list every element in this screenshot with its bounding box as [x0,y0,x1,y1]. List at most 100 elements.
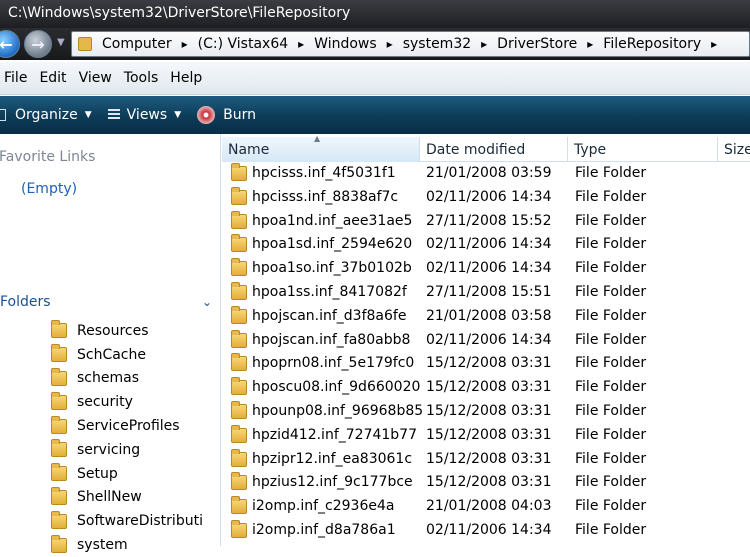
breadcrumb-item[interactable]: Computer [102,36,172,52]
file-row[interactable]: hpoa1nd.inf_aee31ae5 27/11/2008 15:52 File… [222,210,750,234]
file-row[interactable]: i2omp.inf_d8a786a1 02/11/2006 14:34 File F… [222,519,750,543]
favorite-links-title: Favorite Links [0,149,96,165]
file-name: hpzius12.inf_9c177bce [252,474,413,491]
file-row[interactable]: hpcisss.inf_8838af7c 02/11/2006 14:34 File… [222,186,750,210]
file-row[interactable]: hpcisss.inf_4f5031f1 21/01/2008 03:59 File… [222,162,750,186]
chevron-right-icon[interactable]: ▸ [387,37,393,51]
breadcrumb: Computer ▸ (C:) Vistax64 ▸ Windows ▸ system32 ▸… [102,36,727,52]
column-header-size[interactable]: Size [718,137,750,162]
file-type: File Folder [575,165,647,181]
folder-tree-label: SoftwareDistributi [77,513,203,530]
menu-item-view[interactable]: View [75,70,120,86]
column-header-date-modified[interactable]: Date modified [420,137,568,162]
file-date-modified: 15/12/2008 03:31 [426,474,552,491]
breadcrumb-item[interactable]: (C:) Vistax64 [198,36,289,52]
folder-tree-label: system [77,537,128,554]
folder-tree-item[interactable]: ShellNew [51,486,221,510]
folder-tree-item[interactable]: SoftwareDistributi [51,509,221,533]
file-name: hpoprn08.inf_5e179fc0 [252,355,415,372]
folder-tree-label: ServiceProfiles [77,418,180,435]
folder-icon [51,534,67,553]
file-type: File Folder [575,521,647,538]
arrow-left-icon: ← [0,34,13,54]
folder-icon [231,472,247,491]
recent-pages-dropdown[interactable]: ▼ [57,37,65,48]
file-row[interactable]: hpoprn08.inf_5e179fc0 15/12/2008 03:31 Fil… [222,352,750,376]
file-name: hpcisss.inf_4f5031f1 [252,165,396,181]
folder-tree-item[interactable]: schemas [51,367,221,391]
folder-icon [231,329,247,348]
chevron-right-icon[interactable]: ▸ [298,37,304,51]
column-header-size-label: Size [724,141,750,158]
views-icon [107,109,120,121]
file-row[interactable]: hpzid412.inf_72741b77 15/12/2008 03:31 Fil… [222,424,750,448]
file-name: i2omp.inf_c2936e4a [252,498,395,515]
file-row[interactable]: hpojscan.inf_fa80abb8 02/11/2006 14:34 Fil… [222,329,750,353]
menu-item-edit[interactable]: Edit [35,70,74,86]
column-header-name[interactable]: ▲ Name [222,134,420,162]
file-type: File Folder [575,402,647,419]
views-button[interactable]: Views ▼ [107,107,181,123]
breadcrumb-item[interactable]: FileRepository [603,36,701,52]
file-row[interactable]: hpoa1sd.inf_2594e620 02/11/2006 14:34 File… [222,233,750,257]
file-row[interactable]: hpzipr12.inf_ea83061c 15/12/2008 03:31 Fil… [222,448,750,472]
file-name: hpojscan.inf_d3f8a6fe [252,307,407,324]
file-type: File Folder [575,426,647,443]
file-row[interactable]: hpounp08.inf_96968b85 15/12/2008 03:31 Fil… [222,400,750,424]
file-row[interactable]: i2omp.inf_c2936e4a 21/01/2008 04:03 File F… [222,495,750,519]
burn-button[interactable]: Burn [197,106,256,124]
folder-icon [231,424,247,443]
file-rows: hpcisss.inf_4f5031f1 21/01/2008 03:59 File… [222,162,750,543]
column-header-type[interactable]: Type [568,137,718,162]
breadcrumb-item[interactable]: DriverStore [497,36,577,52]
file-row[interactable]: hpojscan.inf_d3f8a6fe 21/01/2008 03:58 Fil… [222,305,750,329]
folder-tree-item[interactable]: Setup [51,462,221,486]
folder-tree-label: ShellNew [77,489,142,506]
file-type: File Folder [575,260,647,277]
file-list: ▲ Name Date modified Type Size hpcisss.i… [222,134,750,546]
breadcrumb-item[interactable]: system32 [403,36,471,52]
menu-item-tools[interactable]: Tools [120,70,167,86]
folder-icon [51,510,67,529]
folder-tree-item[interactable]: Resources [51,319,221,343]
chevron-right-icon[interactable]: ▸ [182,37,188,51]
chevron-right-icon[interactable]: ▸ [481,37,487,51]
chevron-down-icon[interactable]: ⌄ [202,295,212,309]
menu-item-file[interactable]: File [0,70,35,86]
file-date-modified: 21/01/2008 04:03 [426,498,552,515]
folder-tree-item[interactable]: servicing [51,438,221,462]
back-button[interactable]: ← [0,30,20,58]
folder-icon [51,367,67,386]
file-date-modified: 15/12/2008 03:31 [426,426,552,443]
organize-icon [0,109,6,121]
folder-tree-item[interactable]: security [51,390,221,414]
file-row[interactable]: hposcu08.inf_9d660020 15/12/2008 03:31 Fil… [222,376,750,400]
column-header-type-label: Type [574,141,607,158]
organize-button[interactable]: Organize ▼ [0,107,92,123]
file-row[interactable]: hpoa1ss.inf_8417082f 27/11/2008 15:51 File… [222,281,750,305]
breadcrumb-item[interactable]: Windows [314,36,377,52]
folder-icon [51,415,67,434]
folder-tree-label: SchCache [77,346,146,363]
navigation-bar: ← → ▼ Computer ▸ (C:) Vistax64 ▸ Windows ▸ sys… [0,28,750,60]
favorite-links-empty: (Empty) [21,181,78,197]
file-type: File Folder [575,474,647,491]
folder-tree-item[interactable]: SchCache [51,343,221,367]
file-row[interactable]: hpzius12.inf_9c177bce 15/12/2008 03:31 Fil… [222,471,750,495]
file-row[interactable]: hpoa1so.inf_37b0102b 02/11/2006 14:34 File… [222,257,750,281]
chevron-right-icon[interactable]: ▸ [587,37,593,51]
file-type: File Folder [575,379,647,396]
column-header-name-label: Name [228,141,270,158]
file-date-modified: 15/12/2008 03:31 [426,450,552,467]
forward-button[interactable]: → [24,30,52,58]
folder-tree-item[interactable]: ServiceProfiles [51,414,221,438]
folder-icon [231,210,247,229]
folder-icon [51,320,67,339]
file-type: File Folder [575,283,647,300]
folder-tree-item[interactable]: system [51,533,221,557]
menu-item-help[interactable]: Help [166,70,210,86]
address-bar[interactable]: Computer ▸ (C:) Vistax64 ▸ Windows ▸ system32 ▸… [71,31,750,57]
folders-header[interactable]: Folders ⌄ [0,289,221,315]
chevron-right-icon[interactable]: ▸ [711,37,717,51]
folder-icon [231,281,247,300]
